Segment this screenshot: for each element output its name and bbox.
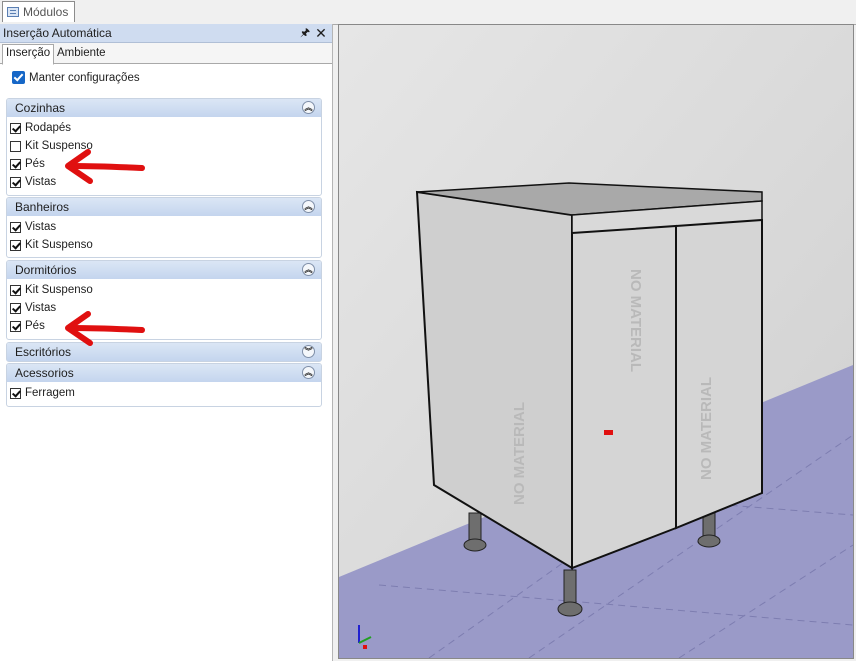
modules-icon: [7, 7, 19, 17]
door-text: NO MATERIAL: [511, 402, 528, 505]
group-title: Banheiros: [15, 200, 70, 214]
door-text: NO MATERIAL: [627, 269, 644, 372]
group-header-acessorios[interactable]: Acessorios ︽: [7, 364, 321, 382]
door-text: NO MATERIAL: [698, 377, 715, 480]
pin-icon[interactable]: 🖈: [300, 27, 310, 39]
option-pes[interactable]: Pés: [10, 320, 45, 332]
close-icon[interactable]: ✕: [315, 25, 327, 41]
tab-modulos-label: Módulos: [23, 5, 69, 19]
group-header-banheiros[interactable]: Banheiros ︽: [7, 198, 321, 216]
group-acessorios: Acessorios ︽: [6, 363, 322, 407]
option-label: Ferragem: [25, 387, 75, 399]
collapse-chevron-icon[interactable]: ︽: [302, 366, 315, 379]
option-vistas[interactable]: Vistas: [10, 302, 56, 314]
tab-ambiente[interactable]: Ambiente: [54, 45, 109, 62]
checkbox[interactable]: [10, 140, 21, 152]
option-label: Kit Suspenso: [25, 239, 93, 251]
cabinet-door-right[interactable]: [675, 218, 763, 530]
option-vistas[interactable]: Vistas: [10, 176, 56, 188]
option-label: Vistas: [25, 176, 57, 188]
auto-insert-panel: Inserção Automática 🖈 ✕ Inserção Ambient…: [0, 24, 333, 661]
option-label: Pés: [25, 158, 45, 170]
tab-insercao[interactable]: Inserção: [2, 44, 55, 65]
checkbox[interactable]: [10, 302, 21, 314]
panel-tabs: Inserção Ambiente: [0, 43, 332, 65]
annotation-arrow-icon: [65, 149, 145, 184]
collapse-chevron-icon[interactable]: ︽: [302, 263, 315, 276]
option-label: Pés: [25, 320, 45, 332]
option-label: Vistas: [25, 302, 57, 314]
group-title: Dormitórios: [15, 263, 77, 277]
group-header-dormitorios[interactable]: Dormitórios ︽: [7, 261, 321, 279]
keep-settings-option[interactable]: Manter configurações: [12, 71, 140, 84]
option-rodapes[interactable]: Rodapés: [10, 122, 71, 134]
option-pes[interactable]: Pés: [10, 158, 45, 170]
group-title: Cozinhas: [15, 101, 66, 115]
option-label: Vistas: [25, 221, 57, 233]
group-escritorios: Escritórios ︾: [6, 342, 322, 362]
option-label: Rodapés: [25, 122, 72, 134]
annotation-arrow-icon: [65, 311, 145, 346]
cabinet-door-left[interactable]: [571, 224, 677, 570]
group-header-escritorios[interactable]: Escritórios ︾: [7, 343, 321, 361]
checkbox[interactable]: [10, 284, 21, 296]
group-dormitorios: Dormitórios ︽: [6, 260, 322, 340]
collapse-chevron-icon[interactable]: ︽: [302, 200, 315, 213]
3d-viewport[interactable]: NO MATERIAL NO MATERIAL NO MATERIAL: [338, 24, 854, 659]
checkbox[interactable]: [10, 122, 21, 134]
expand-chevron-icon[interactable]: ︾: [302, 345, 315, 358]
group-header-cozinhas[interactable]: Cozinhas ︽: [7, 99, 321, 117]
checkbox[interactable]: [10, 158, 21, 170]
panel-title-bar: Inserção Automática 🖈 ✕: [0, 24, 332, 43]
scene-render: NO MATERIAL NO MATERIAL NO MATERIAL: [339, 25, 853, 658]
option-label: Kit Suspenso: [25, 284, 93, 296]
checkbox[interactable]: [10, 176, 21, 188]
option-kit-suspenso[interactable]: Kit Suspenso: [10, 239, 93, 251]
keep-settings-label: Manter configurações: [29, 71, 140, 84]
checkbox[interactable]: [10, 221, 21, 233]
document-tabbar: Módulos: [0, 0, 856, 25]
collapse-chevron-icon[interactable]: ︽: [302, 101, 315, 114]
door-handle: [604, 430, 613, 435]
option-vistas[interactable]: Vistas: [10, 221, 56, 233]
group-title: Acessorios: [15, 366, 74, 380]
option-ferragem[interactable]: Ferragem: [10, 387, 75, 399]
panel-title: Inserção Automática: [3, 26, 112, 40]
tab-modulos[interactable]: Módulos: [2, 1, 76, 22]
checkbox[interactable]: [10, 239, 21, 251]
option-kit-suspenso[interactable]: Kit Suspenso: [10, 284, 93, 296]
checkbox[interactable]: [10, 387, 21, 399]
checkbox[interactable]: [10, 320, 21, 332]
keep-settings-checkbox[interactable]: [12, 71, 25, 84]
